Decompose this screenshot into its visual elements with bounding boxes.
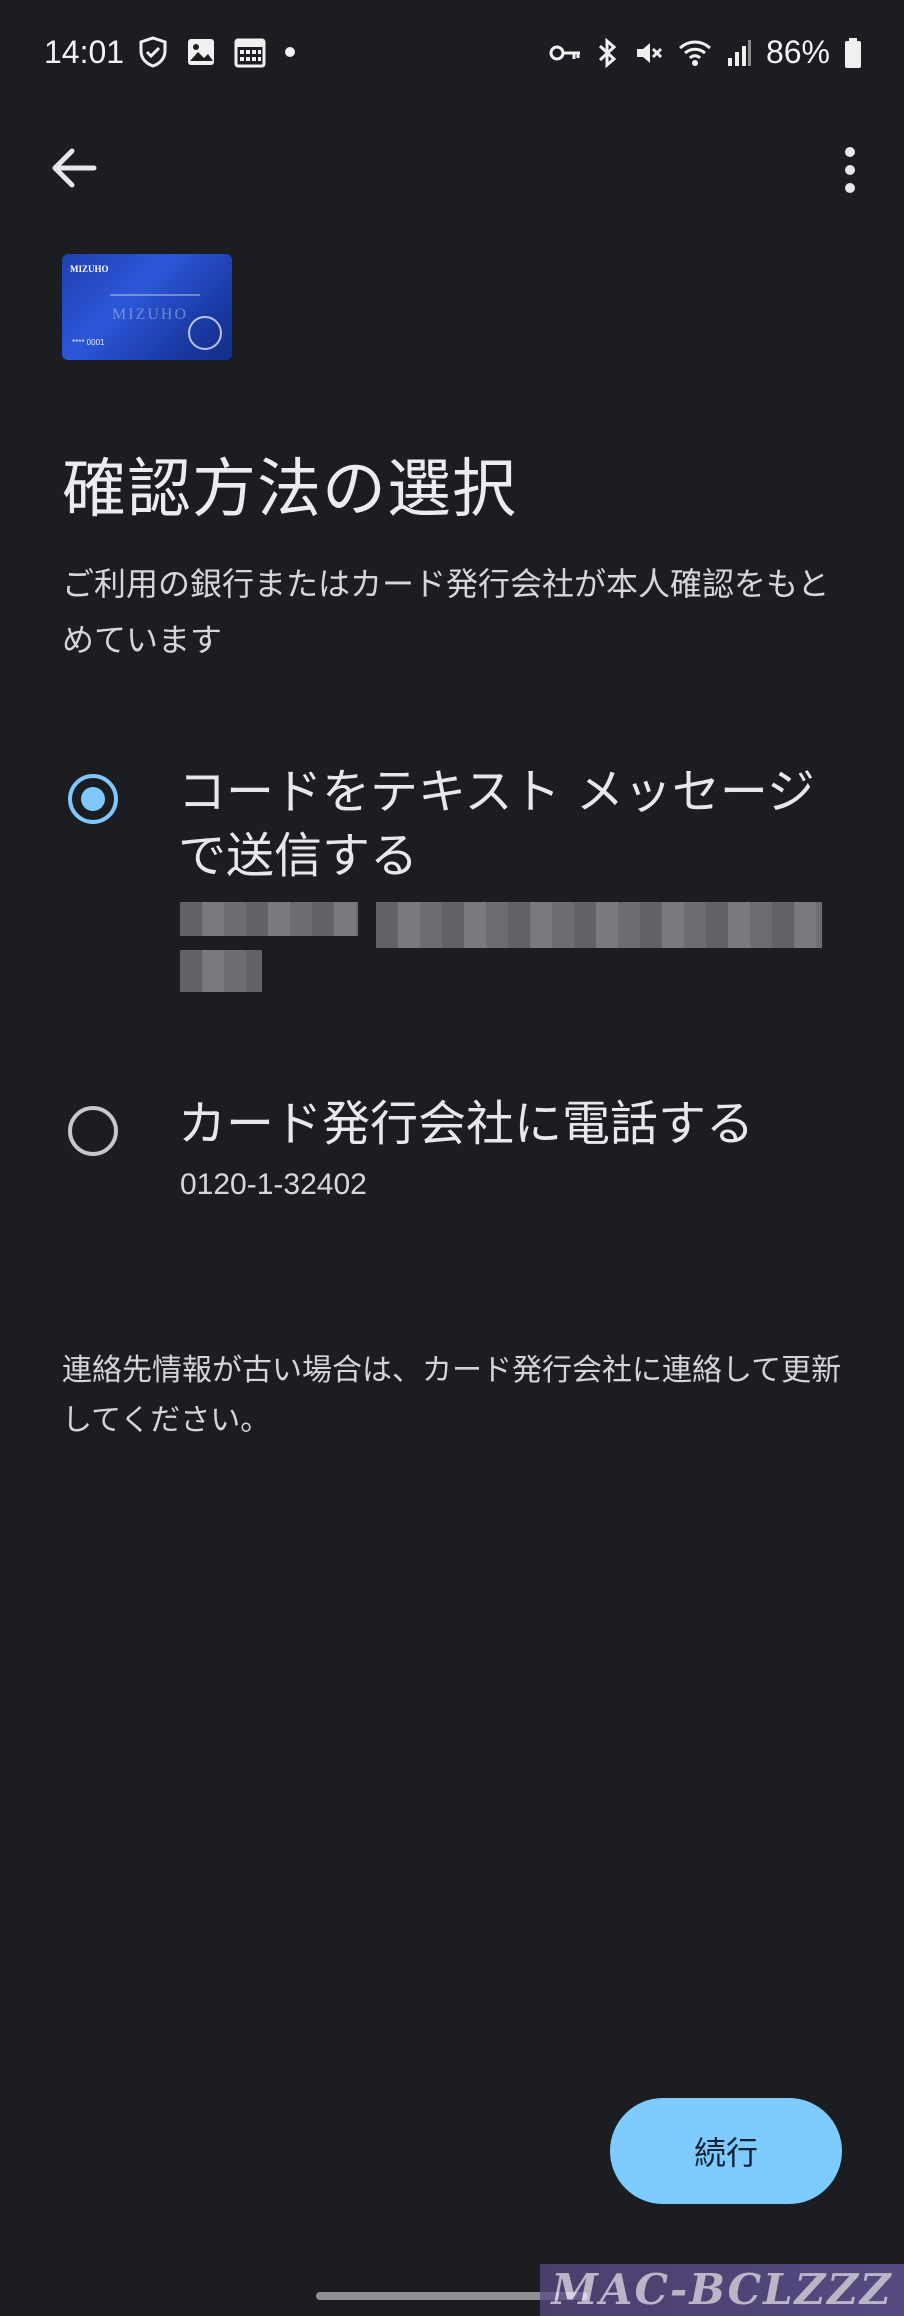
image-icon bbox=[186, 37, 216, 67]
redacted-phone-number bbox=[180, 902, 358, 936]
page-title: 確認方法の選択 bbox=[62, 453, 517, 527]
shield-check-icon bbox=[138, 36, 168, 68]
radio-dot bbox=[81, 787, 105, 811]
continue-button[interactable]: 続行 bbox=[610, 2098, 842, 2204]
status-left-icons bbox=[138, 36, 296, 68]
back-button[interactable] bbox=[46, 140, 102, 196]
battery-percent: 86% bbox=[765, 34, 830, 70]
battery-icon bbox=[844, 37, 862, 69]
card-decoration bbox=[110, 294, 200, 296]
radio-button-unselected[interactable] bbox=[68, 1106, 118, 1156]
bluetooth-icon bbox=[596, 37, 620, 69]
option-phone-label: カード発行会社に電話する bbox=[178, 1096, 755, 1152]
option-sms[interactable]: コードをテキスト メッセージで送信する bbox=[0, 760, 904, 1020]
status-bar: 14:01 86% bbox=[0, 0, 904, 110]
option-phone-number: 0120-1-32402 bbox=[180, 1168, 367, 1201]
card-logo-icon bbox=[188, 316, 222, 350]
card-brand: MIZUHO bbox=[70, 264, 109, 274]
card-watermark: MIZUHO bbox=[112, 306, 188, 323]
page-description: ご利用の銀行またはカード発行会社が本人確認をもとめています bbox=[62, 565, 830, 659]
card-number: **** 0001 bbox=[72, 338, 105, 347]
arrow-back-icon bbox=[46, 140, 102, 196]
wifi-icon bbox=[678, 38, 712, 68]
key-icon bbox=[548, 38, 582, 68]
option-sms-label: コードをテキスト メッセージで送信する bbox=[178, 764, 815, 884]
status-right-icons: 86% bbox=[548, 34, 862, 71]
watermark-logo: MAC-BCLZZZ bbox=[540, 2264, 904, 2316]
more-vert-icon bbox=[826, 142, 874, 198]
more-options-button[interactable] bbox=[826, 142, 874, 198]
dot-icon bbox=[284, 37, 296, 67]
signal-icon bbox=[726, 38, 752, 68]
card-image: MIZUHO MIZUHO **** 0001 bbox=[62, 254, 232, 360]
calendar-icon bbox=[234, 36, 266, 68]
radio-button-selected[interactable] bbox=[68, 774, 118, 824]
redacted-phone-number bbox=[376, 902, 822, 948]
option-phone[interactable]: カード発行会社に電話する 0120-1-32402 bbox=[0, 1092, 904, 1222]
redacted-phone-number bbox=[180, 950, 262, 992]
contact-info-note: 連絡先情報が古い場合は、カード発行会社に連絡して更新してください。 bbox=[62, 1353, 842, 1438]
status-time: 14:01 bbox=[44, 34, 125, 70]
mute-icon bbox=[634, 38, 664, 68]
